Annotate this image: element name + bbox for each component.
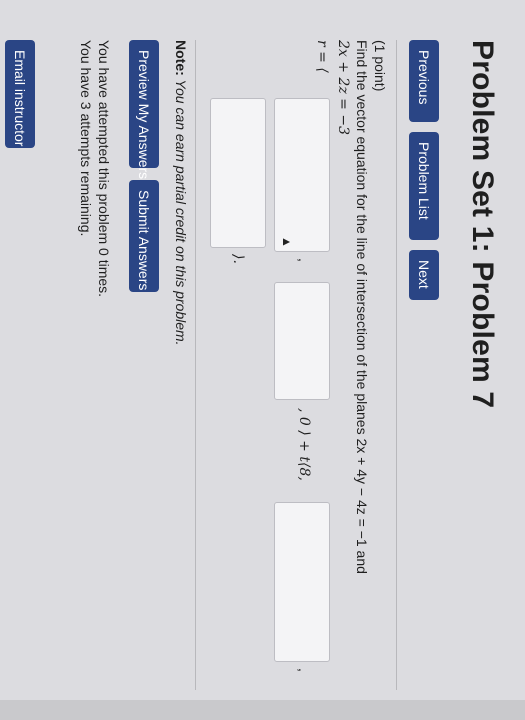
r-label: r = ⟨ <box>314 40 330 73</box>
problem-statement: Find the vector equation for the line of… <box>354 40 370 574</box>
preview-answers-button[interactable]: Preview My Answers <box>129 40 159 179</box>
attempts-count: You have attempted this problem 0 times. <box>96 40 112 298</box>
plane-equation: 2x + 2z = −3 <box>335 40 351 135</box>
cursor-icon: ▲ <box>280 236 294 248</box>
submit-answers-button[interactable]: Submit Answers <box>129 180 159 292</box>
direction-text: , 0 ⟩ + t⟨8, <box>296 408 312 481</box>
next-button[interactable]: Next <box>409 250 439 300</box>
note-text: You can earn partial credit on this prob… <box>173 79 189 346</box>
problem-body: (1 point) Find the vector equation for t… <box>195 40 397 690</box>
comma-text: , <box>296 258 312 262</box>
problem-list-button[interactable]: Problem List <box>409 132 439 240</box>
page-title: Problem Set 1: Problem 7 <box>466 40 499 409</box>
attempts-info: You have attempted this problem 0 times.… <box>77 40 113 297</box>
comma-text: , <box>296 668 312 672</box>
answer-input-1[interactable] <box>274 98 330 252</box>
partial-credit-note: Note: You can earn partial credit on thi… <box>173 40 189 346</box>
note-label: Note: <box>173 40 189 76</box>
points-label: (1 point) <box>372 40 388 92</box>
previous-button[interactable]: Previous <box>409 40 439 122</box>
answer-input-4[interactable] <box>210 98 266 248</box>
closing-bracket: ⟩. <box>230 254 246 264</box>
rotated-page: Problem Set 1: Problem 7 Previous Proble… <box>0 0 525 700</box>
problem-page: Problem Set 1: Problem 7 Previous Proble… <box>0 40 505 720</box>
attempts-remaining: You have 3 attempts remaining. <box>78 40 94 237</box>
email-instructor-button[interactable]: Email instructor <box>5 40 35 148</box>
answer-input-3[interactable] <box>274 502 330 662</box>
answer-input-2[interactable] <box>274 282 330 400</box>
